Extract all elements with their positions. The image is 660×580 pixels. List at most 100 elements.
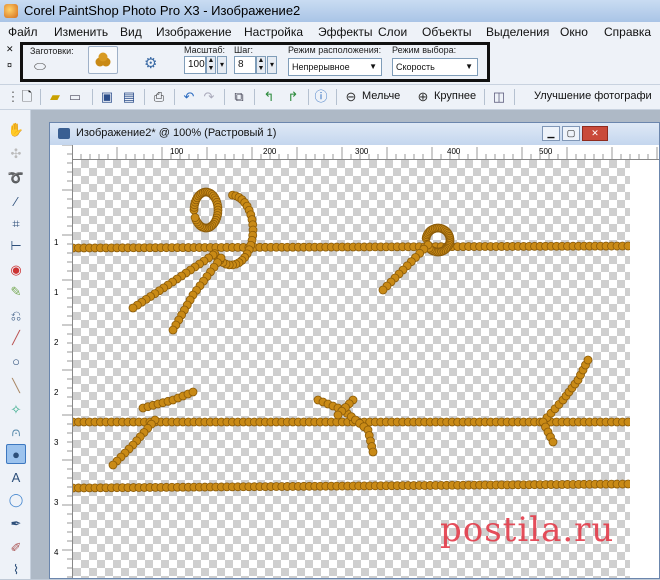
preset-shape-icon[interactable]: ◯ xyxy=(6,490,26,510)
arrow-right-icon[interactable]: ↱ xyxy=(284,88,302,106)
browse-icon[interactable]: ▭ xyxy=(66,88,84,106)
placement-mode-value: Непрерывное xyxy=(292,62,350,72)
brush-icon[interactable]: ╲ xyxy=(6,376,26,396)
smudge-icon[interactable]: ⩀ xyxy=(6,422,26,442)
menu-selections[interactable]: Выделения xyxy=(486,25,549,39)
horizontal-ruler: 100 200 300 400 500 xyxy=(72,145,659,160)
menu-adjust[interactable]: Настройка xyxy=(244,25,303,39)
separator xyxy=(40,89,41,105)
separator xyxy=(92,89,93,105)
document-title-bar: Изображение2* @ 100% (Растровый 1) ▁ ▢ ✕ xyxy=(50,123,659,146)
open-folder-icon[interactable]: ▰ xyxy=(46,88,64,106)
menu-help[interactable]: Справка xyxy=(604,25,651,39)
redo-icon[interactable]: ↷ xyxy=(200,88,218,106)
vertical-scroll-area[interactable] xyxy=(630,160,659,578)
copy-merged-icon[interactable]: ⧉ xyxy=(230,88,248,106)
ruler-label: 4 xyxy=(54,548,59,557)
pick-icon[interactable]: ✣ xyxy=(6,144,26,164)
chevron-down-icon: ▼ xyxy=(369,62,377,71)
selection-mode-select[interactable]: Скорость ▼ xyxy=(392,58,478,76)
pen-icon[interactable]: ✒ xyxy=(6,514,26,534)
window-title: Corel PaintShop Photo Pro X3 - Изображен… xyxy=(24,3,301,18)
step-input[interactable]: 8 xyxy=(234,56,256,74)
separator xyxy=(254,89,255,105)
makeover-icon[interactable]: ✎ xyxy=(6,282,26,302)
separator xyxy=(174,89,175,105)
save-icon[interactable]: ▣ xyxy=(98,88,116,106)
tube-settings-icon[interactable]: ⚙ xyxy=(144,54,157,72)
clone-icon[interactable]: ⎌ xyxy=(6,306,26,326)
close-button[interactable]: ✕ xyxy=(582,126,608,141)
warp-brush-icon[interactable]: ✐ xyxy=(6,538,26,558)
ruler-label-400: 400 xyxy=(447,147,461,156)
ruler-label: 2 xyxy=(54,388,59,397)
vertical-ruler: 1 1 2 2 3 3 4 xyxy=(50,145,73,578)
dropper-icon[interactable]: ⁄ xyxy=(6,192,26,212)
menu-bar: Файл Изменить Вид Изображение Настройка … xyxy=(0,22,660,43)
lasso-icon[interactable]: ➰ xyxy=(6,168,26,188)
save-as-icon[interactable]: ▤ xyxy=(120,88,138,106)
scale-dropdown[interactable]: ▾ xyxy=(217,56,227,74)
scratch-remover-icon[interactable]: ╱ xyxy=(6,328,26,348)
ellipse-icon[interactable]: ○ xyxy=(6,352,26,372)
zoom-out-icon[interactable]: ⊖ xyxy=(342,88,360,106)
red-eye-icon[interactable]: ◉ xyxy=(6,260,26,280)
separator xyxy=(514,89,515,105)
straighten-icon[interactable]: ⊢ xyxy=(6,236,26,256)
placement-mode-select[interactable]: Непрерывное ▼ xyxy=(288,58,382,76)
close-icon[interactable]: ✕ xyxy=(6,44,14,55)
menu-image[interactable]: Изображение xyxy=(156,25,232,39)
mesh-icon[interactable]: ⌇ xyxy=(6,560,26,580)
pan-icon[interactable]: ✋ xyxy=(6,120,26,140)
zoom-in-button[interactable]: Крупнее xyxy=(434,90,476,102)
text-icon[interactable]: A xyxy=(6,468,26,488)
watermark-text: postila.ru xyxy=(440,510,615,550)
app-icon xyxy=(4,4,18,18)
crop-icon[interactable]: ⌗ xyxy=(6,214,26,234)
presets-label: Заготовки: xyxy=(30,46,74,56)
enhance-photo-button[interactable]: Улучшение фотографи xyxy=(534,90,652,102)
lighten-icon[interactable]: ✧ xyxy=(6,400,26,420)
menu-effects[interactable]: Эффекты xyxy=(318,25,373,39)
selection-mode-label: Режим выбора: xyxy=(392,45,457,55)
scale-stepper[interactable]: ▲ ▼ xyxy=(206,56,216,74)
picture-tube-icon[interactable]: ● xyxy=(6,444,26,464)
minimize-button[interactable]: ▁ xyxy=(542,126,560,141)
ruler-label-200: 200 xyxy=(263,147,277,156)
menu-layers[interactable]: Слои xyxy=(378,25,407,39)
undo-icon[interactable]: ↶ xyxy=(180,88,198,106)
scale-label: Масштаб: xyxy=(184,45,226,55)
menu-view[interactable]: Вид xyxy=(120,25,142,39)
pin-icon[interactable]: ¤ xyxy=(7,60,12,70)
zoom-out-button[interactable]: Мельче xyxy=(362,90,400,102)
step-dropdown[interactable]: ▾ xyxy=(267,56,277,74)
step-label: Шаг: xyxy=(234,45,254,55)
menu-objects[interactable]: Объекты xyxy=(422,25,472,39)
maximize-button[interactable]: ▢ xyxy=(562,126,580,141)
chevron-down-icon: ▼ xyxy=(465,62,473,71)
ruler-label-300: 300 xyxy=(355,147,369,156)
placement-mode-label: Режим расположения: xyxy=(288,45,382,55)
separator xyxy=(336,89,337,105)
arrow-left-icon[interactable]: ↰ xyxy=(260,88,278,106)
picture-tube-selector[interactable] xyxy=(88,46,118,74)
menu-edit[interactable]: Изменить xyxy=(54,25,108,39)
print-icon[interactable]: ⎙ xyxy=(150,88,168,106)
step-stepper[interactable]: ▲ ▼ xyxy=(256,56,266,74)
ruler-label-100: 100 xyxy=(170,147,184,156)
document-icon xyxy=(58,128,70,139)
selection-mode-value: Скорость xyxy=(396,62,435,72)
tube-preview-icon xyxy=(95,52,111,67)
new-file-icon[interactable]: 🗋 xyxy=(18,88,36,106)
separator xyxy=(308,89,309,105)
tools-palette: ✋ ✣ ➰ ⁄ ⌗ ⊢ ◉ ✎ ⎌ ╱ ○ ╲ ✧ ⩀ ● A ◯ ✒ ✐ ⌇ xyxy=(0,110,31,579)
menu-file[interactable]: Файл xyxy=(8,25,38,39)
preset-brush-icon[interactable]: ⬭ xyxy=(34,58,46,75)
menu-window[interactable]: Окно xyxy=(560,25,588,39)
scale-input[interactable]: 100 xyxy=(184,56,206,74)
separator xyxy=(224,89,225,105)
zoom-in-icon[interactable]: ⊕ xyxy=(414,88,432,106)
compare-icon[interactable]: ◫ xyxy=(490,88,508,106)
info-icon[interactable]: ⓘ xyxy=(312,88,330,106)
ruler-label: 2 xyxy=(54,338,59,347)
